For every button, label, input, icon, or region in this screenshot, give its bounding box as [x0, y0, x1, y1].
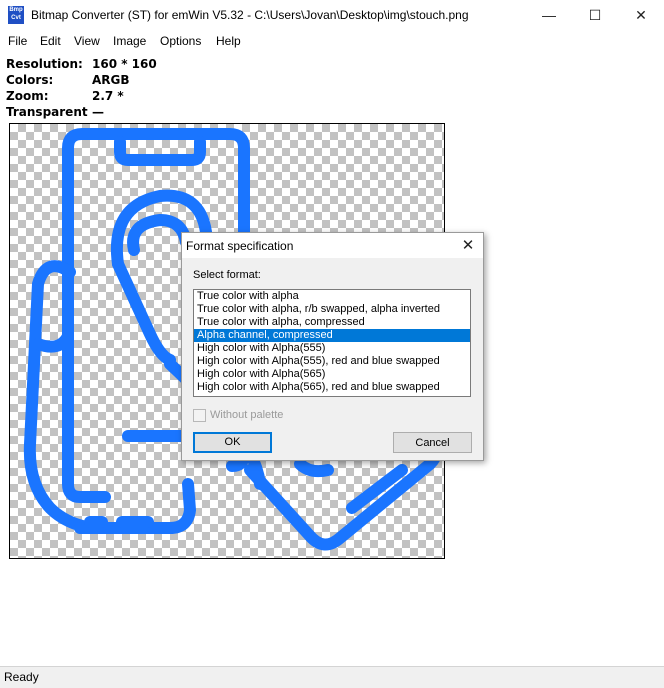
format-dialog: Format specification ✕ Select format: Tr… — [181, 232, 484, 461]
format-option[interactable]: High color with Alpha(565), red and blue… — [194, 381, 470, 394]
close-button[interactable]: ✕ — [618, 0, 664, 31]
format-option[interactable]: High color with Alpha(555), red and blue… — [194, 355, 470, 368]
format-option[interactable]: High color with Alpha(555) — [194, 342, 470, 355]
ok-button[interactable]: OK — [193, 432, 272, 453]
close-icon: ✕ — [635, 7, 647, 23]
menu-bar: File Edit View Image Options Help — [0, 31, 664, 51]
menu-file[interactable]: File — [8, 34, 27, 48]
transparent-value: — — [92, 105, 104, 119]
maximize-icon: ☐ — [588, 7, 602, 23]
format-option[interactable]: True color with alpha, r/b swapped, alph… — [194, 303, 470, 316]
without-palette-label: Without palette — [210, 409, 284, 421]
menu-edit[interactable]: Edit — [40, 34, 61, 48]
minimize-button[interactable]: — — [526, 0, 572, 31]
close-icon: ✕ — [461, 237, 475, 254]
window-title: Bitmap Converter (ST) for emWin V5.32 - … — [31, 8, 469, 22]
cancel-button[interactable]: Cancel — [393, 432, 472, 453]
zoom-label: Zoom: — [6, 89, 49, 103]
menu-help[interactable]: Help — [216, 34, 241, 48]
zoom-value: 2.7 * — [92, 89, 124, 103]
menu-view[interactable]: View — [74, 34, 100, 48]
select-format-label: Select format: — [193, 269, 261, 281]
dialog-title: Format specification — [186, 239, 294, 253]
resolution-label: Resolution: — [6, 57, 83, 71]
transparent-label: Transparent — [6, 105, 88, 119]
app-icon[interactable]: Bmp Cvt — [8, 6, 24, 24]
status-text: Ready — [4, 670, 39, 684]
format-option-selected[interactable]: Alpha channel, compressed — [194, 329, 470, 342]
minimize-icon: — — [542, 7, 556, 23]
format-option[interactable]: True color with alpha, compressed — [194, 316, 470, 329]
format-option[interactable]: High color with Alpha(565) — [194, 368, 470, 381]
colors-value: ARGB — [92, 73, 130, 87]
maximize-button[interactable]: ☐ — [572, 0, 618, 31]
dialog-close-button[interactable]: ✕ — [453, 233, 483, 258]
menu-options[interactable]: Options — [160, 34, 201, 48]
status-bar: Ready — [0, 666, 664, 688]
dialog-title-bar: Format specification ✕ — [182, 233, 483, 258]
resolution-value: 160 * 160 — [92, 57, 157, 71]
format-listbox[interactable]: True color with alpha True color with al… — [193, 289, 471, 397]
format-option[interactable]: True color with alpha — [194, 290, 470, 303]
title-bar: Bmp Cvt Bitmap Converter (ST) for emWin … — [0, 0, 664, 31]
without-palette-checkbox[interactable] — [193, 409, 206, 422]
colors-label: Colors: — [6, 73, 54, 87]
menu-image[interactable]: Image — [113, 34, 146, 48]
